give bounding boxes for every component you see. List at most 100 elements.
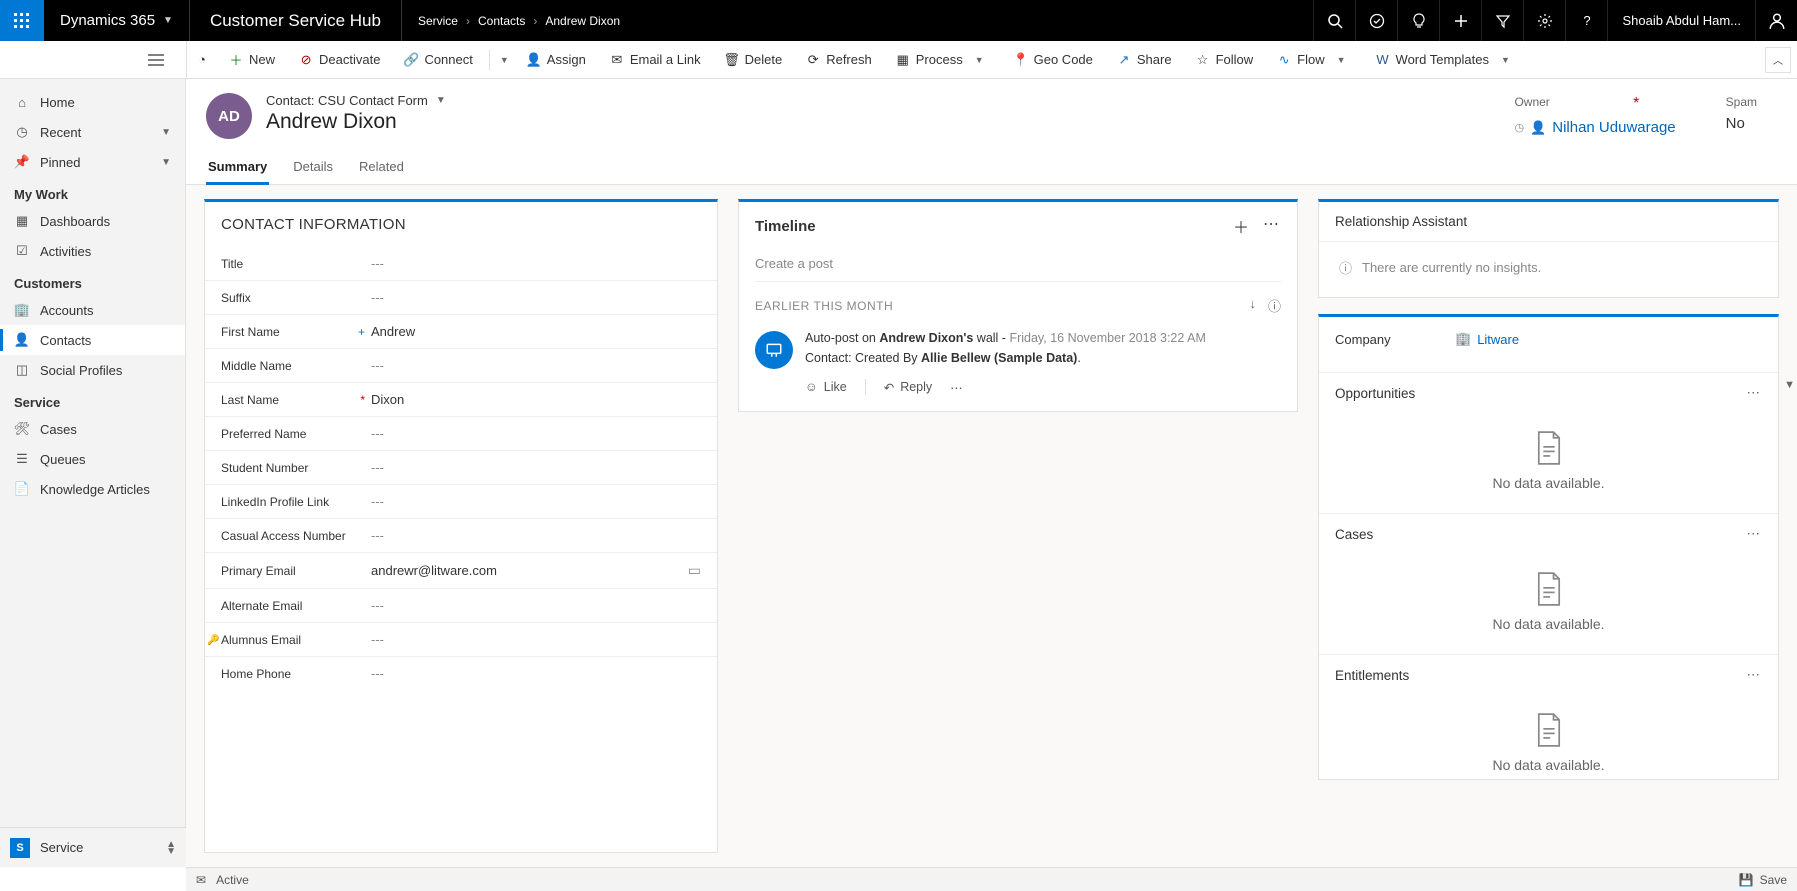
geocode-button[interactable]: 📍Geo Code — [1002, 41, 1105, 79]
tab-details[interactable]: Details — [291, 153, 335, 184]
area-badge: S — [10, 838, 30, 858]
brand-dropdown[interactable]: Dynamics 365 ▼ — [44, 0, 190, 41]
entitlements-more-button[interactable]: ⋯ — [1747, 667, 1763, 683]
share-button[interactable]: ↗Share — [1105, 41, 1184, 79]
user-avatar-button[interactable] — [1755, 0, 1797, 41]
collapse-header-button[interactable]: ︿ — [1765, 47, 1791, 73]
field-alternate-email[interactable]: Alternate Email--- — [205, 589, 717, 623]
breadcrumb-service[interactable]: Service — [418, 14, 458, 28]
status-bar: ✉ Active 💾Save — [186, 867, 1797, 891]
user-name[interactable]: Shoaib Abdul Ham... — [1607, 0, 1755, 41]
field-primary-email[interactable]: Primary Emailandrewr@litware.com▭ — [205, 553, 717, 589]
insights-button[interactable] — [1397, 0, 1439, 41]
mail-status-icon[interactable]: ✉ — [196, 873, 206, 887]
process-label: Process — [916, 52, 963, 67]
sidebar-toggle-button[interactable] — [136, 44, 176, 76]
cases-more-button[interactable]: ⋯ — [1747, 526, 1763, 542]
save-button[interactable]: 💾Save — [1739, 873, 1787, 887]
app-launcher-button[interactable] — [0, 0, 44, 41]
nav-pinned-label: Pinned — [40, 155, 80, 170]
card-icon[interactable]: ▭ — [688, 562, 701, 579]
refresh-label: Refresh — [826, 52, 872, 67]
expand-pane-button[interactable]: ▼ — [1784, 379, 1795, 391]
field-last-name[interactable]: Last Name*Dixon — [205, 383, 717, 417]
nav-contacts[interactable]: 👤Contacts — [0, 325, 185, 355]
area-switcher[interactable]: S Service ▲▼ — [0, 827, 186, 867]
assign-button[interactable]: 👤Assign — [515, 41, 598, 79]
record-header: AD Contact: CSU Contact Form▼ Andrew Dix… — [186, 79, 1797, 145]
nav-activities[interactable]: ☑Activities — [0, 236, 185, 266]
nav-social-profiles[interactable]: ◫Social Profiles — [0, 355, 185, 385]
plus-icon — [1453, 13, 1469, 29]
home-icon: ⌂ — [14, 94, 30, 110]
owner-link[interactable]: Nilhan Uduwarage — [1552, 119, 1675, 136]
timeline-info-button[interactable]: ⓘ — [1268, 296, 1281, 315]
person-icon — [1768, 12, 1786, 30]
search-button[interactable] — [1313, 0, 1355, 41]
field-student-number[interactable]: Student Number--- — [205, 451, 717, 485]
create-post-input[interactable]: Create a post — [755, 248, 1281, 282]
post-more-button[interactable]: ⋯ — [950, 380, 965, 395]
record-name: Andrew Dixon — [266, 110, 446, 134]
help-button[interactable]: ? — [1565, 0, 1607, 41]
nav-knowledge[interactable]: 📄Knowledge Articles — [0, 474, 185, 504]
follow-button[interactable]: ☆Follow — [1184, 41, 1266, 79]
delete-button[interactable]: 🗑Delete — [713, 41, 795, 79]
word-templates-button[interactable]: WWord Templates▼ — [1364, 41, 1528, 79]
process-button[interactable]: ▦Process▼ — [884, 41, 1002, 79]
deactivate-button[interactable]: ⊘Deactivate — [287, 41, 392, 79]
nav-cases[interactable]: 🛠Cases — [0, 414, 185, 444]
section-title: CONTACT INFORMATION — [205, 202, 717, 247]
header-field-owner[interactable]: Owner * ◷👤Nilhan Uduwarage — [1514, 95, 1675, 136]
form-selector[interactable]: Contact: CSU Contact Form▼ — [266, 93, 446, 108]
opportunities-more-button[interactable]: ⋯ — [1747, 385, 1763, 401]
field-title[interactable]: Title--- — [205, 247, 717, 281]
like-button[interactable]: ☺Like — [805, 380, 847, 394]
field-casual-access[interactable]: Casual Access Number--- — [205, 519, 717, 553]
flow-button[interactable]: ∿Flow▼ — [1265, 41, 1363, 79]
field-label: Title — [221, 257, 371, 271]
field-preferred-name[interactable]: Preferred Name--- — [205, 417, 717, 451]
settings-button[interactable] — [1523, 0, 1565, 41]
company-value[interactable]: 🏢Litware — [1455, 331, 1519, 347]
spam-label: Spam — [1726, 95, 1757, 109]
timeline-sort-button[interactable]: ↓ — [1249, 296, 1256, 315]
add-button[interactable] — [1439, 0, 1481, 41]
book-icon: 📄 — [14, 481, 30, 497]
breadcrumb-contacts[interactable]: Contacts — [478, 14, 525, 28]
nav-queues[interactable]: ☰Queues — [0, 444, 185, 474]
email-link-button[interactable]: ✉Email a Link — [598, 41, 713, 79]
nav-dashboards-label: Dashboards — [40, 214, 110, 229]
field-linkedin[interactable]: LinkedIn Profile Link--- — [205, 485, 717, 519]
field-home-phone[interactable]: Home Phone--- — [205, 657, 717, 690]
field-value: --- — [371, 426, 701, 441]
connect-button[interactable]: 🔗Connect — [392, 41, 484, 79]
field-first-name[interactable]: First Name+Andrew — [205, 315, 717, 349]
nav-accounts[interactable]: 🏢Accounts — [0, 295, 185, 325]
field-alumnus-email[interactable]: 🔑Alumnus Email--- — [205, 623, 717, 657]
timeline-more-button[interactable]: ⋯ — [1263, 214, 1281, 238]
tab-related[interactable]: Related — [357, 153, 406, 184]
reply-button[interactable]: ↶Reply — [884, 380, 932, 395]
nav-pinned[interactable]: 📌Pinned▼ — [0, 147, 185, 177]
refresh-button[interactable]: ⟳Refresh — [794, 41, 884, 79]
tab-summary[interactable]: Summary — [206, 153, 269, 184]
field-value: --- — [371, 598, 701, 613]
nav-dashboards[interactable]: ▦Dashboards — [0, 206, 185, 236]
search-icon — [1327, 13, 1343, 29]
field-suffix[interactable]: Suffix--- — [205, 281, 717, 315]
recent-dropdown[interactable]: ◔ — [187, 41, 217, 79]
new-button[interactable]: ＋New — [217, 41, 287, 79]
header-field-spam[interactable]: Spam No — [1726, 95, 1757, 136]
task-button[interactable] — [1355, 0, 1397, 41]
share-icon: ↗ — [1117, 53, 1131, 67]
field-middle-name[interactable]: Middle Name--- — [205, 349, 717, 383]
right-column: Relationship Assistant ⓘThere are curren… — [1318, 199, 1779, 853]
nav-home[interactable]: ⌂Home — [0, 87, 185, 117]
connect-dropdown[interactable]: ▼ — [494, 55, 515, 65]
nav-queues-label: Queues — [40, 452, 86, 467]
nav-recent[interactable]: ◷Recent▼ — [0, 117, 185, 147]
filter-button[interactable] — [1481, 0, 1523, 41]
chevron-down-icon: ▼ — [969, 55, 990, 65]
timeline-add-button[interactable]: ＋ — [1233, 214, 1249, 238]
